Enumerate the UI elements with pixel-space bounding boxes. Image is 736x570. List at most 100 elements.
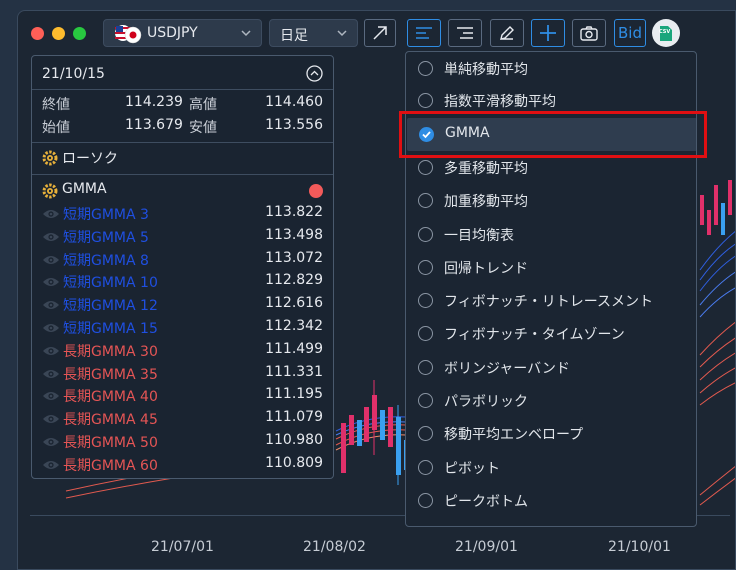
gmma-line-name: 長期GMMA 45 [63,412,158,429]
collapse-panel-icon[interactable] [306,65,323,82]
arrow-up-right-icon [373,26,387,40]
indicator-menu-label: フィボナッチ・リトレースメント [444,294,654,311]
plus-icon [540,25,556,41]
x-tick: 21/07/01 [151,539,214,555]
gmma-line-value: 111.195 [265,386,323,403]
candles-layer-row[interactable]: ローソク [32,148,333,168]
gmma-line-value: 112.616 [265,295,323,312]
indicator-menu-label: 多重移動平均 [444,160,528,177]
indicator-menu-label: 一目均衡表 [444,227,514,244]
x-tick: 21/10/01 [608,539,671,555]
eye-icon[interactable] [42,299,60,311]
gear-icon[interactable] [42,150,58,166]
eye-icon[interactable] [42,322,60,334]
gmma-line-row: 長期GMMA 50 110.980 [32,432,333,452]
gmma-line-value: 111.499 [265,340,323,357]
minimize-window-button[interactable] [52,27,65,40]
gmma-line-row: 短期GMMA 8 113.072 [32,250,333,270]
align-left-icon [416,27,432,39]
gear-icon[interactable] [42,183,58,199]
indicator-menu-label: フィボナッチ・タイムゾーン [444,327,625,344]
indicator-menu-item[interactable]: 単純移動平均 [406,52,696,85]
radio-circle-icon [418,326,433,342]
radio-circle-icon [418,61,433,76]
eye-icon[interactable] [42,436,60,448]
indicator-menu-item[interactable]: フィボナッチ・タイムゾーン [406,317,696,350]
indicator-menu-button[interactable] [407,19,441,47]
camera-icon [580,25,598,41]
indicator-menu-item[interactable]: 加重移動平均 [406,184,696,217]
draw-tool-button[interactable] [490,19,524,47]
gmma-line-row: 長期GMMA 45 111.079 [32,409,333,429]
gmma-line-value: 113.498 [265,226,323,243]
radio-circle-icon [418,393,433,408]
gmma-line-value: 111.331 [265,363,323,380]
indicator-menu-item[interactable]: 回帰トレンド [406,251,696,284]
remove-indicator-button[interactable] [309,184,323,198]
trendline-tool-button[interactable] [364,19,396,47]
gmma-line-name: 短期GMMA 8 [63,252,149,269]
candles-middle [341,380,409,485]
gmma-line-value: 110.980 [265,432,323,448]
align-right-icon [457,27,473,39]
symbol-select[interactable]: USDJPY [103,19,262,47]
gmma-line-name: 短期GMMA 15 [63,321,158,337]
indicator-menu-label: 単純移動平均 [444,62,528,78]
indicator-menu-item[interactable]: パラボリック [406,384,696,417]
gmma-line-name: 長期GMMA 60 [63,457,158,474]
ohlc-label: 終値 [42,97,70,113]
indicator-menu-item[interactable]: ピボット [406,451,696,484]
ohlc-label: 始値 [42,120,70,136]
eye-icon[interactable] [42,368,60,380]
gmma-layer-label: GMMA [62,181,107,197]
indicator-menu-label: 回帰トレンド [444,260,528,277]
gmma-line-name: 長期GMMA 35 [63,366,158,383]
radio-circle-icon [418,93,433,109]
eye-icon[interactable] [42,231,60,243]
indicator-menu-item[interactable]: 移動平均エンベロープ [406,417,696,450]
timeframe-select[interactable]: 日足 [269,19,358,47]
eye-icon[interactable] [42,345,60,357]
csv-export-button[interactable]: CSV [652,19,680,47]
close-window-button[interactable] [31,27,44,40]
gmma-layer-row[interactable]: GMMA [32,181,333,201]
symbol-label: USDJPY [147,25,198,41]
radio-circle-icon [418,259,433,275]
indicator-menu-item[interactable]: ピークボトム [406,484,696,517]
crosshair-button[interactable] [531,19,565,47]
indicator-menu-item[interactable]: フィボナッチ・リトレースメント [406,284,696,317]
jp-flag-icon [124,26,142,44]
gmma-line-row: 長期GMMA 35 111.331 [32,364,333,384]
gmma-line-name: 長期GMMA 50 [63,435,158,451]
gmma-line-value: 112.342 [265,318,323,334]
eye-icon[interactable] [42,459,60,471]
timeframe-label: 日足 [280,28,308,44]
gmma-line-name: 短期GMMA 5 [63,229,149,246]
gmma-line-row: 短期GMMA 3 113.822 [32,204,333,224]
zoom-window-button[interactable] [73,27,86,40]
indicator-menu-item[interactable]: 一目均衡表 [406,218,696,251]
chevron-down-icon [241,30,251,37]
data-window-panel: 21/10/15 終値 114.239 高値 114.460 始値 113.67… [31,55,334,479]
eye-icon[interactable] [42,276,60,288]
ohlc-label: 安値 [189,120,217,136]
gmma-line-value: 113.822 [265,204,323,220]
gmma-line-row: 長期GMMA 60 110.809 [32,455,333,475]
indicator-menu-label: ボリンジャーバンド [444,360,570,377]
gmma-line-value: 112.829 [265,272,323,289]
gmma-line-value: 113.072 [265,249,323,266]
eye-icon[interactable] [42,390,60,402]
eye-icon[interactable] [42,413,60,425]
indicator-menu-item[interactable]: ボリンジャーバンド [406,351,696,384]
highlight-box [399,111,707,158]
oscillator-menu-button[interactable] [448,19,482,47]
screenshot-button[interactable] [572,19,606,47]
bid-ask-toggle[interactable]: Bid [614,19,646,47]
candles-layer-label: ローソク [62,151,118,167]
eye-icon[interactable] [42,254,60,266]
gmma-ribbon-middle [335,416,407,451]
radio-circle-icon [418,426,433,442]
indicator-menu-label: ピボット [444,460,500,477]
csv-label: CSV [659,29,671,35]
eye-icon[interactable] [42,208,60,220]
